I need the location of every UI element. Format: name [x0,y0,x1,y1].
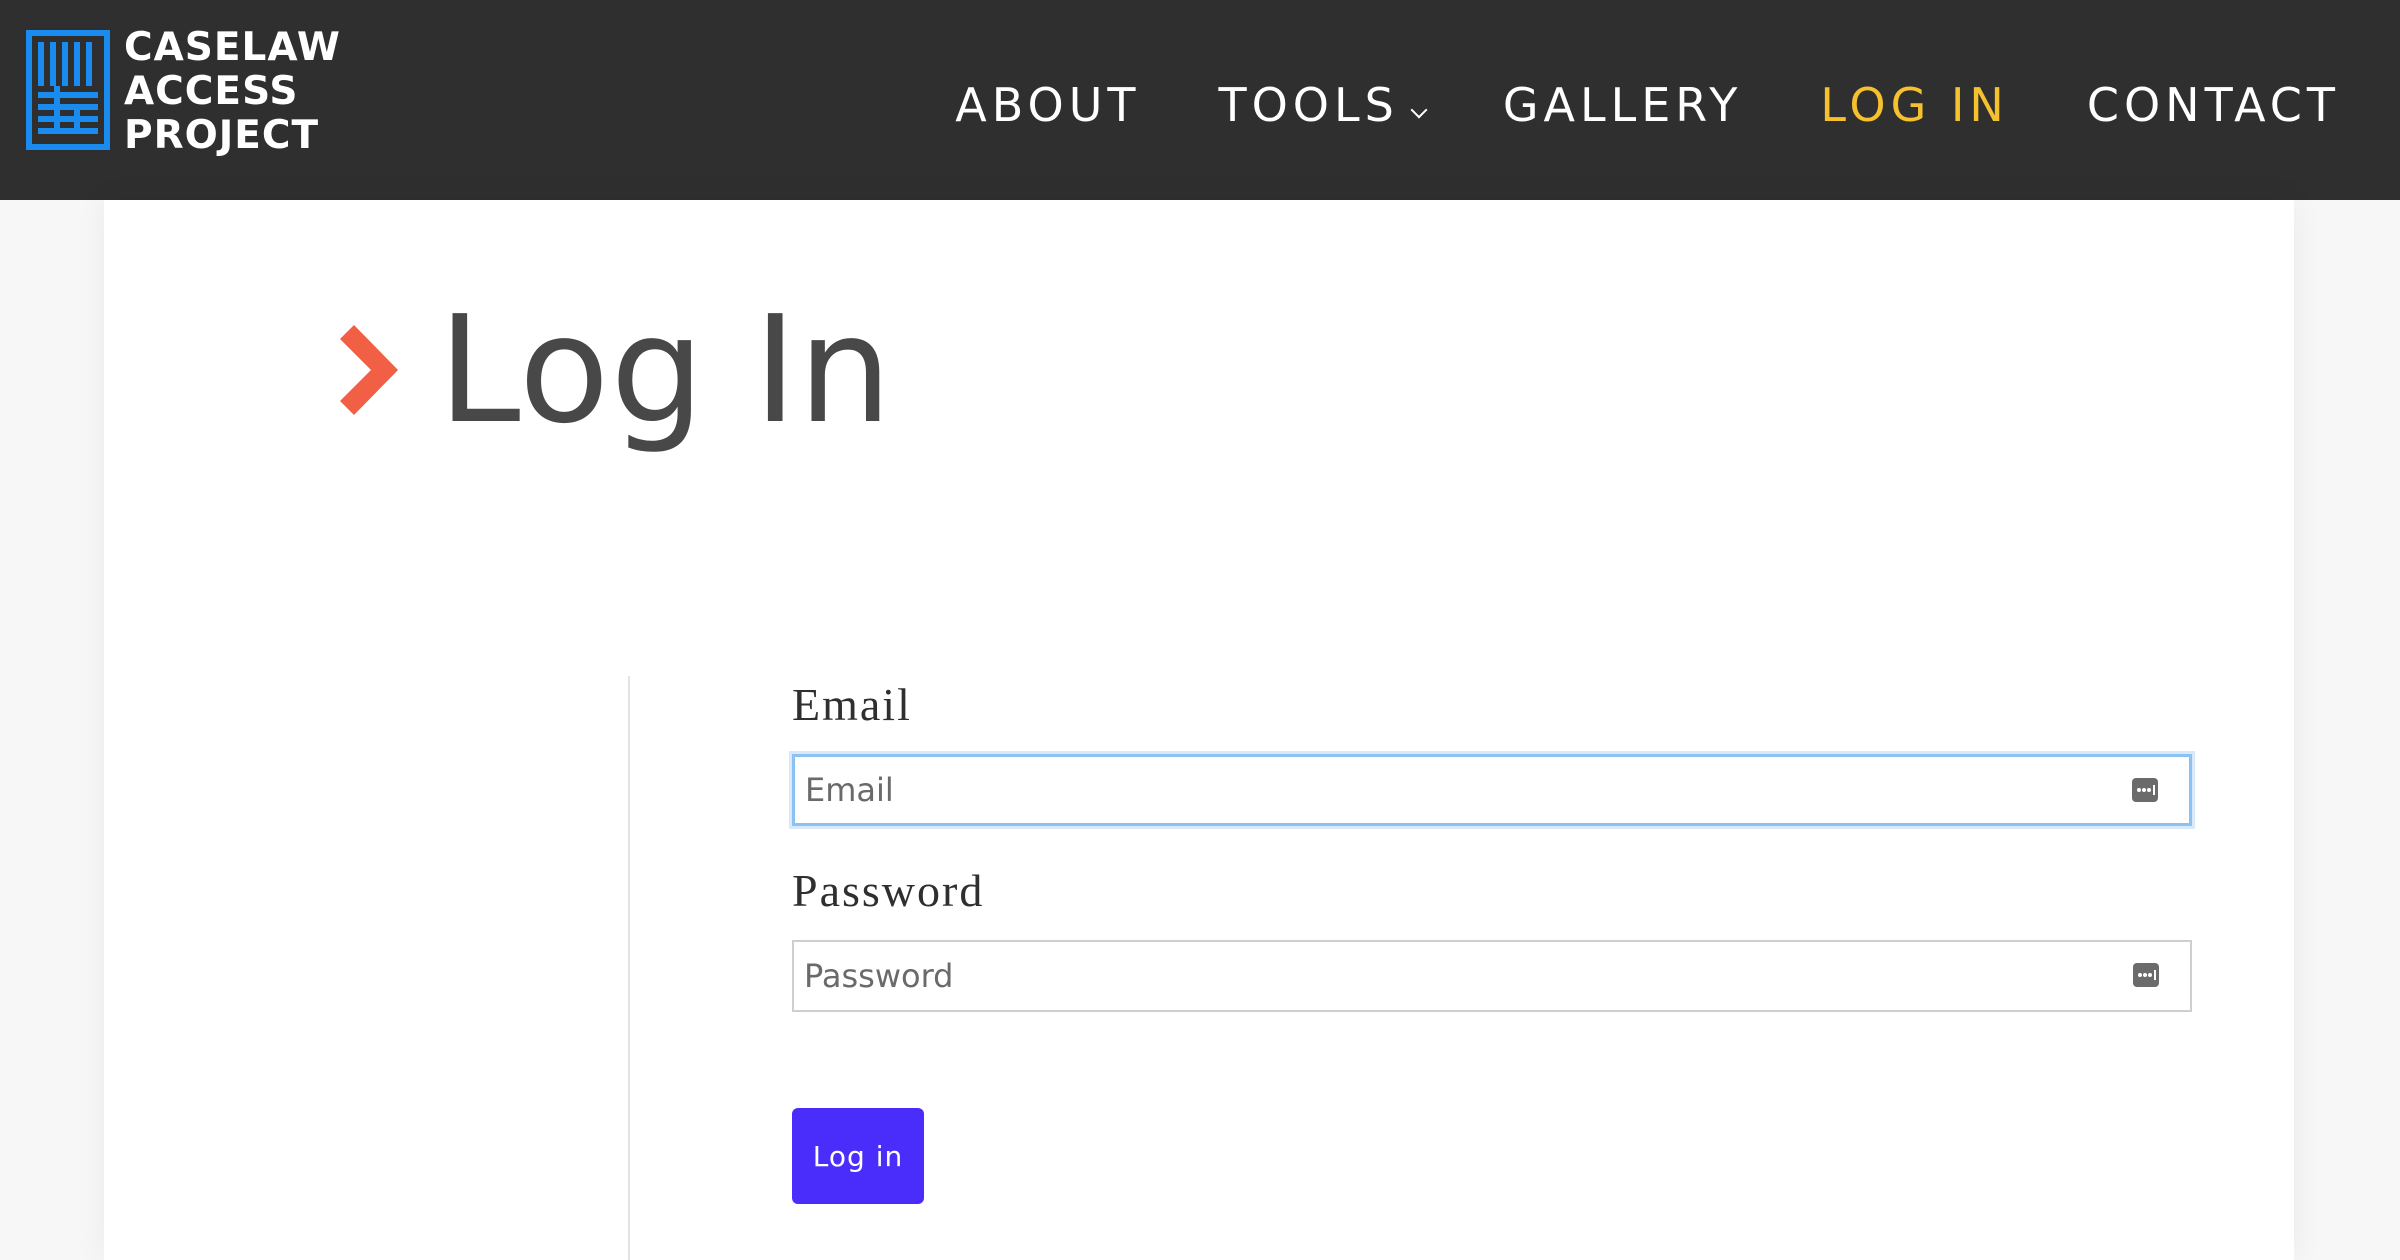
nav-item-label: LOG IN [1820,78,2009,132]
log-in-button[interactable]: Log in [792,1108,924,1204]
nav-item-label: ABOUT [955,78,1141,132]
site-name-line-2: ACCESS [124,69,299,114]
nav-item-log-in[interactable]: LOG IN [1820,78,2008,132]
site-name: CASELAW ACCESS PROJECT [124,26,341,158]
login-form: Email Password Log in [792,680,2194,1204]
nav-item-gallery[interactable]: GALLERY [1503,78,1743,132]
nav-item-contact[interactable]: CONTACT [2087,78,2340,132]
main-nav: ABOUT TOOLS GALLERY LOG IN CONTACT [877,78,2340,132]
site-logo[interactable]: CASELAW ACCESS PROJECT [26,26,341,158]
nav-item-label: TOOLS [1218,78,1399,132]
password-field[interactable] [794,942,2190,1010]
site-name-line-1: CASELAW [124,25,341,70]
chevron-down-icon [1410,101,1428,119]
nav-item-about[interactable]: ABOUT [955,78,1140,132]
nav-item-tools[interactable]: TOOLS [1218,78,1428,132]
password-field-wrapper [792,940,2192,1012]
email-field[interactable] [795,757,2189,823]
nav-item-label: CONTACT [2086,78,2340,132]
email-field-wrapper [792,754,2192,826]
page-title: Log In [438,284,893,456]
chevron-diamond-icon [340,325,398,415]
vertical-divider [628,676,630,1260]
email-label: Email [792,679,912,730]
site-name-line-3: PROJECT [124,113,320,158]
nav-item-label: GALLERY [1502,78,1743,132]
password-manager-icon[interactable] [2132,962,2160,988]
password-label: Password [792,865,985,916]
library-bars-icon [26,30,110,150]
password-manager-icon[interactable] [2131,777,2159,803]
top-navbar: CASELAW ACCESS PROJECT ABOUT TOOLS GALLE… [0,0,2400,200]
page-heading: Log In [340,290,893,450]
